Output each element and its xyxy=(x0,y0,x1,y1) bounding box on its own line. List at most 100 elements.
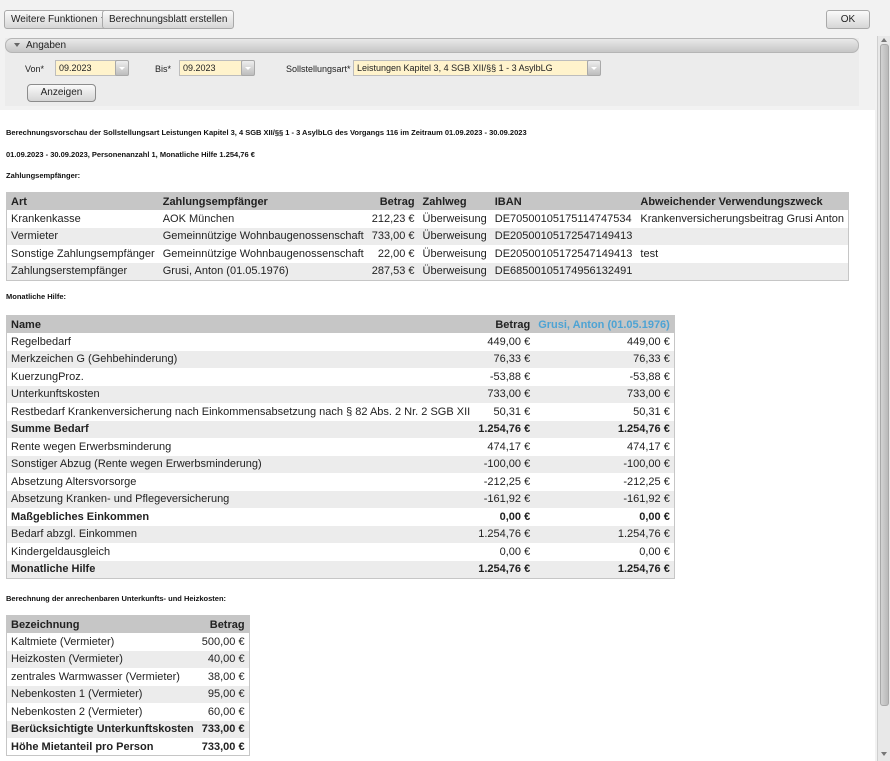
table-row: Sonstige Zahlungsempfänger Gemeinnützige … xyxy=(7,245,849,263)
sollstellungsart-select[interactable]: Leistungen Kapitel 3, 4 SGB XII/§§ 1 - 3… xyxy=(353,60,589,76)
table-cell: DE68500105174956132491 xyxy=(490,262,637,280)
table-row: Merkzeichen G (Gehbehinderung) 76,33 €76,… xyxy=(6,350,675,368)
table-row: Vermieter Gemeinnützige Wohnbaugenossensc… xyxy=(6,227,849,245)
table-cell: Gemeinnützige Wohnbaugenossenschaft xyxy=(162,247,364,260)
table-row: Maßgebliches Einkommen 0,00 € 0,00 € xyxy=(7,508,675,526)
table-row: Restbedarf Krankenversicherung nach Eink… xyxy=(7,403,675,421)
table-cell: Absetzung Kranken- und Pflegeversicherun… xyxy=(6,490,475,508)
table-row: Absetzung Kranken- und Pflegeversicherun… xyxy=(6,490,675,508)
angaben-panel: Angaben Von* 09.2023 Bis* 09.2023 Sollst… xyxy=(5,38,859,106)
table-cell: -212,25 € xyxy=(623,475,670,488)
table-cell: Summe Bedarf xyxy=(6,420,475,438)
col-person: Grusi, Anton (01.05.1976) xyxy=(534,315,675,333)
preview-intro: Berechnungsvorschau der Sollstellungsart… xyxy=(6,128,527,137)
table-cell: Restbedarf Krankenversicherung nach Eink… xyxy=(11,405,471,418)
table-cell: Zahlungserstempfänger xyxy=(6,262,159,280)
table-cell: 0,00 € xyxy=(639,545,670,558)
table-header-row: Name Betrag Grusi, Anton (01.05.1976) xyxy=(6,315,675,333)
preview-content: Berechnungsvorschau der Sollstellungsart… xyxy=(0,110,875,761)
table-cell: 733,00 € xyxy=(367,227,419,245)
scrollbar-thumb[interactable] xyxy=(880,44,889,706)
table-cell: -161,92 € xyxy=(474,490,535,508)
anzeigen-button[interactable]: Anzeigen xyxy=(27,84,96,102)
table-cell: 733,00 € xyxy=(534,385,675,403)
table-row: Regelbedarf 449,00 € 449,00 € xyxy=(7,333,675,351)
table-cell: DE70500105175114747534 xyxy=(494,212,632,225)
scroll-down-icon[interactable] xyxy=(881,752,887,756)
ok-button[interactable]: OK xyxy=(826,10,870,29)
table-cell: Überweisung xyxy=(418,227,491,245)
weitere-funktionen-button[interactable]: Weitere Funktionen xyxy=(4,10,114,29)
table-cell: test xyxy=(640,247,659,260)
bis-picker-button[interactable] xyxy=(241,60,255,76)
sollstellungsart-label: Sollstellungsart* xyxy=(286,64,351,74)
col-betrag: Betrag xyxy=(197,615,250,633)
table-cell: Berücksichtigte Unterkunftskosten xyxy=(6,720,198,738)
anzeigen-label: Anzeigen xyxy=(40,87,83,98)
table-cell: 733,00 € xyxy=(197,720,250,738)
col-bezeichnung: Bezeichnung xyxy=(6,615,198,633)
table-cell: 50,31 € xyxy=(633,405,670,418)
table-cell: Unterkunftskosten xyxy=(6,385,475,403)
table-row: Kaltmiete (Vermieter) 500,00 € xyxy=(7,633,250,651)
table-cell: Kaltmiete (Vermieter) xyxy=(11,635,115,648)
table-cell: Überweisung xyxy=(422,212,487,225)
table-row: Nebenkosten 2 (Vermieter) 60,00 € xyxy=(7,703,250,721)
table-row: Krankenkasse AOK München 212,23 € Überweisu… xyxy=(7,210,849,228)
col-iban: IBAN xyxy=(490,192,637,210)
toolbar: Weitere Funktionen Berechnungsblatt erst… xyxy=(0,0,890,36)
scroll-up-icon[interactable] xyxy=(881,38,887,42)
table-row: Zahlungserstempfänger Grusi, Anton (01.05… xyxy=(6,262,849,280)
table-row: Höhe Mietanteil pro Person 733,00 € xyxy=(7,738,250,756)
table-row: Sonstiger Abzug (Rente wegen Erwerbsmind… xyxy=(6,455,675,473)
table-cell: -53,88 € xyxy=(489,370,531,383)
table-cell: Nebenkosten 2 (Vermieter) xyxy=(11,705,143,718)
sollstellungsart-dropdown-button[interactable] xyxy=(587,60,601,76)
table-cell xyxy=(636,227,849,245)
table-cell xyxy=(636,262,849,280)
unterkunftskosten-heading: Berechnung der anrechenbaren Unterkunfts… xyxy=(6,594,227,603)
table-row: Monatliche Hilfe 1.254,76 €1.254,76 € xyxy=(6,560,675,578)
vertical-scrollbar[interactable] xyxy=(877,36,890,761)
table-header-row: Bezeichnung Betrag xyxy=(6,615,250,633)
table-cell: zentrales Warmwasser (Vermieter) xyxy=(11,670,180,683)
table-row: Berücksichtigte Unterkunftskosten 733,00 … xyxy=(6,720,250,738)
berechnungsblatt-button[interactable]: Berechnungsblatt erstellen xyxy=(102,10,235,29)
zahlungsempfaenger-table: Art Zahlungsempfänger Betrag Zahlweg IBA… xyxy=(6,192,850,281)
table-cell: 50,31 € xyxy=(493,405,531,418)
chevron-down-icon xyxy=(119,67,125,70)
table-cell: Überweisung xyxy=(418,262,491,280)
table-cell: 22,00 € xyxy=(377,247,415,260)
bis-input[interactable]: 09.2023 xyxy=(179,60,243,76)
table-cell: 733,00 € xyxy=(201,740,245,753)
col-art: Art xyxy=(6,192,159,210)
angaben-title: Angaben xyxy=(26,40,67,51)
table-header-row: Art Zahlungsempfänger Betrag Zahlweg IBA… xyxy=(6,192,849,210)
table-cell: 1.254,76 € xyxy=(474,525,535,543)
table-cell: 1.254,76 € xyxy=(534,525,675,543)
angaben-panel-header[interactable]: Angaben xyxy=(5,38,859,53)
chevron-down-icon xyxy=(245,67,251,70)
table-cell: Krankenkasse xyxy=(11,212,81,225)
bis-label: Bis* xyxy=(155,64,172,74)
table-cell: DE20500105172547149413 xyxy=(494,247,633,260)
table-cell: DE20500105172547149413 xyxy=(490,227,637,245)
table-cell: Bedarf abzgl. Einkommen xyxy=(6,525,475,543)
table-row: KuerzungProz. -53,88 € -53,88 € xyxy=(7,368,675,386)
table-cell: Überweisung xyxy=(422,247,487,260)
table-cell: 449,00 € xyxy=(627,335,670,348)
table-cell: 38,00 € xyxy=(207,670,245,683)
table-cell: 95,00 € xyxy=(197,685,250,703)
table-cell: 0,00 € xyxy=(499,510,531,523)
von-input[interactable]: 09.2023 xyxy=(55,60,117,76)
table-cell: Nebenkosten 1 (Vermieter) xyxy=(6,685,198,703)
table-cell: KuerzungProz. xyxy=(11,370,84,383)
table-row: Heizkosten (Vermieter) 40,00 € xyxy=(6,650,250,668)
table-row: zentrales Warmwasser (Vermieter) 38,00 € xyxy=(7,668,250,686)
monatliche-hilfe-table: Name Betrag Grusi, Anton (01.05.1976) Re… xyxy=(6,315,675,579)
table-cell: Vermieter xyxy=(6,227,159,245)
table-cell: 1.254,76 € xyxy=(534,560,675,578)
table-cell: 76,33 € xyxy=(534,350,675,368)
table-cell: 40,00 € xyxy=(197,650,250,668)
von-picker-button[interactable] xyxy=(115,60,129,76)
